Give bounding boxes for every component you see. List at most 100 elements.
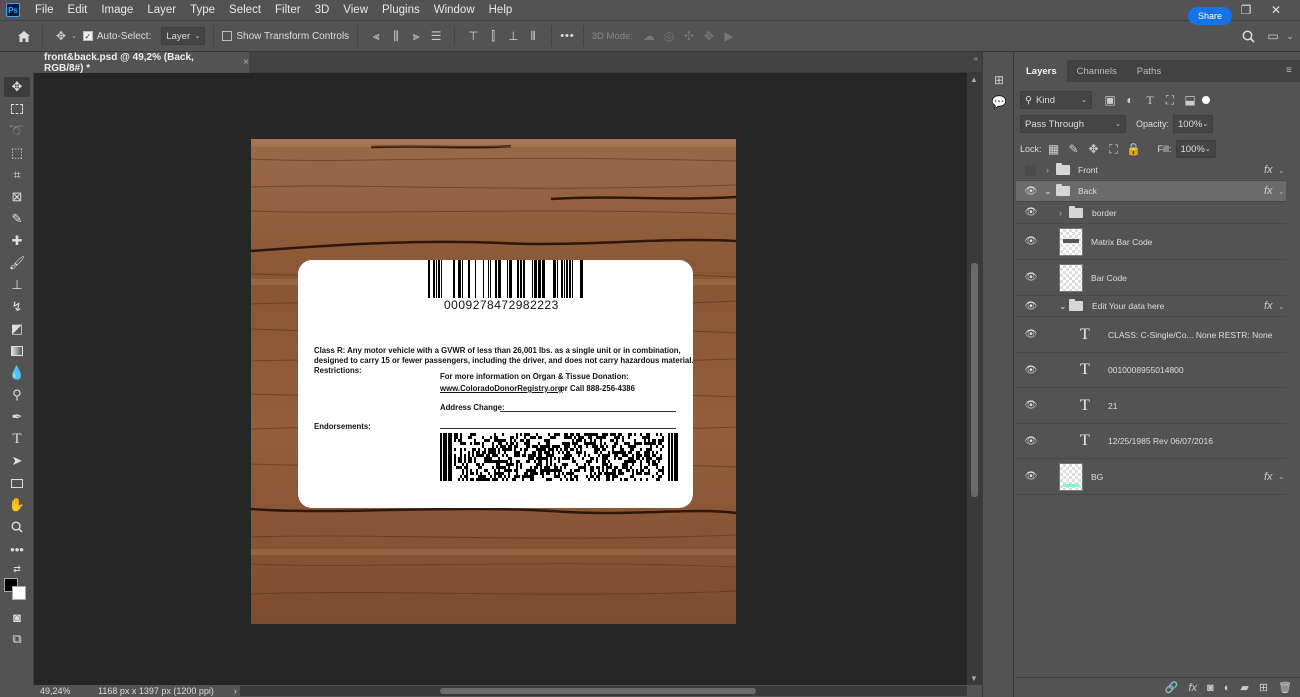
menu-edit[interactable]: Edit	[61, 0, 95, 20]
move-tool-icon[interactable]: ✥	[51, 26, 71, 46]
checkbox-checked-icon[interactable]: ✓	[82, 31, 93, 41]
zoom-tool-icon[interactable]	[4, 517, 30, 537]
pen-tool-icon[interactable]: ✒	[4, 407, 30, 427]
layer-row-matrix-bar-code[interactable]: 👁 Matrix Bar Code	[1016, 224, 1286, 260]
expand-chevron-icon[interactable]: ›	[1059, 208, 1062, 218]
add-style-icon[interactable]: fx	[1188, 682, 1197, 694]
type-tool-icon[interactable]: T	[4, 429, 30, 449]
screen-mode-icon[interactable]: ⧉	[4, 629, 30, 649]
layer-row-bar-code[interactable]: 👁 Bar Code	[1016, 260, 1286, 296]
eye-icon[interactable]: 👁	[1024, 471, 1038, 482]
move-tool-icon[interactable]: ✥	[4, 77, 30, 97]
history-brush-tool-icon[interactable]: ↯	[4, 297, 30, 317]
frame-tool-icon[interactable]: ⊠	[4, 187, 30, 207]
new-layer-icon[interactable]: ⊞	[1259, 681, 1268, 694]
fx-expand-chevron-icon[interactable]: ⌄	[1278, 472, 1285, 481]
fx-icon[interactable]: fx	[1264, 164, 1273, 176]
dodge-tool-icon[interactable]: ⚲	[4, 385, 30, 405]
collapse-chevron-icon[interactable]: ⌄	[1044, 186, 1052, 197]
expand-chevron-icon[interactable]: ›	[1046, 165, 1049, 175]
delete-layer-icon[interactable]: 🗑	[1278, 681, 1292, 694]
show-transform-checkbox[interactable]: Show Transform Controls	[222, 31, 349, 42]
history-panel-icon[interactable]: ⊞	[991, 72, 1007, 88]
checkbox-unchecked-icon[interactable]	[222, 31, 233, 41]
share-button[interactable]: Share	[1188, 7, 1232, 25]
workspace-chevron-icon[interactable]: ⌄	[1280, 26, 1300, 46]
search-icon[interactable]	[1238, 26, 1258, 46]
tab-scroll-chevron-icon[interactable]: «	[974, 54, 978, 63]
eye-icon[interactable]: 👁	[1024, 329, 1038, 340]
scroll-up-icon[interactable]: ▲	[970, 75, 978, 84]
layer-row-date-text[interactable]: 👁 T 12/25/1985 Rev 06/07/2016	[1016, 424, 1286, 459]
eye-icon[interactable]: 👁	[1024, 365, 1038, 376]
opacity-field[interactable]: 100% ⌄	[1173, 115, 1214, 133]
align-bottom-icon[interactable]: ⊥	[503, 26, 523, 46]
hand-tool-icon[interactable]: ✋	[4, 495, 30, 515]
menu-filter[interactable]: Filter	[268, 0, 308, 20]
tab-paths[interactable]: Paths	[1127, 60, 1171, 82]
eye-icon[interactable]: 👁	[1024, 186, 1038, 197]
distribute-h-icon[interactable]: ☰	[426, 26, 446, 46]
lasso-tool-icon[interactable]: ➰	[4, 121, 30, 141]
eye-icon[interactable]: 👁	[1024, 236, 1038, 247]
document-canvas[interactable]: 0009278472982223 Class R: Any motor vehi…	[251, 139, 736, 624]
eraser-tool-icon[interactable]: ◩	[4, 319, 30, 339]
vertical-scroll-thumb[interactable]	[971, 263, 978, 497]
home-icon[interactable]	[14, 26, 34, 46]
document-tab[interactable]: front&back.psd @ 49,2% (Back, RGB/8#) * …	[34, 52, 249, 74]
restore-icon[interactable]: ❐	[1232, 0, 1260, 20]
marquee-tool-icon[interactable]	[4, 99, 30, 119]
align-middle-v-icon[interactable]: ⫿	[483, 26, 503, 46]
filter-shape-icon[interactable]: ⛶	[1160, 90, 1180, 110]
blend-mode-dropdown[interactable]: Pass Through ⌄	[1020, 115, 1126, 133]
lock-transparent-icon[interactable]: ▦	[1044, 139, 1064, 159]
photoshop-logo-icon[interactable]: Ps	[6, 3, 20, 17]
crop-tool-icon[interactable]: ⌗	[4, 165, 30, 185]
layer-row-border[interactable]: 👁 › border	[1016, 202, 1286, 224]
close-tab-icon[interactable]: ×	[243, 57, 249, 68]
fx-expand-chevron-icon[interactable]: ⌄	[1278, 166, 1285, 175]
menu-help[interactable]: Help	[482, 0, 520, 20]
canvas-area[interactable]: 0009278472982223 Class R: Any motor vehi…	[34, 73, 967, 685]
edit-toolbar-icon[interactable]: •••	[4, 539, 30, 559]
zoom-level[interactable]: 49,24%	[40, 686, 90, 696]
filter-kind-dropdown[interactable]: ⚲ Kind ⌄	[1020, 91, 1092, 109]
align-left-icon[interactable]: ⫷	[366, 26, 386, 46]
eye-icon[interactable]: 👁	[1024, 301, 1038, 312]
menu-select[interactable]: Select	[222, 0, 268, 20]
eye-icon[interactable]: 👁	[1024, 400, 1038, 411]
menu-type[interactable]: Type	[183, 0, 222, 20]
gradient-tool-icon[interactable]	[4, 341, 30, 361]
fx-icon[interactable]: fx	[1264, 471, 1273, 483]
menu-file[interactable]: File	[28, 0, 61, 20]
eyedropper-tool-icon[interactable]: ✎	[4, 209, 30, 229]
visibility-off-toggle[interactable]	[1025, 164, 1036, 176]
eye-icon[interactable]: 👁	[1024, 272, 1038, 283]
panel-menu-icon[interactable]: ≡	[1286, 65, 1292, 76]
menu-layer[interactable]: Layer	[140, 0, 183, 20]
background-color-swatch[interactable]	[12, 586, 26, 600]
swap-colors-icon[interactable]: ⇄	[4, 559, 30, 579]
lock-image-icon[interactable]: ✎	[1064, 139, 1084, 159]
quick-mask-icon[interactable]: ◙	[4, 607, 30, 627]
menu-view[interactable]: View	[336, 0, 375, 20]
tab-layers[interactable]: Layers	[1016, 60, 1067, 82]
path-selection-tool-icon[interactable]: ➤	[4, 451, 30, 471]
healing-brush-tool-icon[interactable]: ✚	[4, 231, 30, 251]
object-select-tool-icon[interactable]: ⬚	[4, 143, 30, 163]
fx-expand-chevron-icon[interactable]: ⌄	[1278, 302, 1285, 311]
rectangle-tool-icon[interactable]	[4, 473, 30, 493]
distribute-v-icon[interactable]: ⫴	[523, 26, 543, 46]
status-menu-arrow-icon[interactable]: ›	[234, 686, 237, 696]
filter-smart-object-icon[interactable]: ⬓	[1180, 90, 1200, 110]
document-info[interactable]: 1168 px x 1397 px (1200 ppi)	[98, 686, 214, 696]
menu-3d[interactable]: 3D	[308, 0, 337, 20]
new-adjustment-icon[interactable]: ◐	[1224, 682, 1231, 694]
add-mask-icon[interactable]: ◙	[1207, 682, 1214, 694]
layer-row-number-text[interactable]: 👁 T 0010008955014800	[1016, 353, 1286, 388]
fx-expand-chevron-icon[interactable]: ⌄	[1278, 187, 1285, 196]
clone-stamp-tool-icon[interactable]: ⊥	[4, 275, 30, 295]
horizontal-scrollbar[interactable]	[240, 686, 967, 696]
eye-icon[interactable]: 👁	[1024, 436, 1038, 447]
new-group-icon[interactable]: ▰	[1240, 681, 1248, 694]
